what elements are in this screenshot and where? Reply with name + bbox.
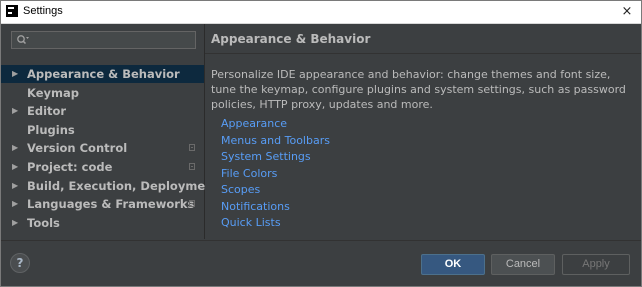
- search-icon: [17, 35, 29, 45]
- link-notifications[interactable]: Notifications: [221, 199, 330, 216]
- cancel-button[interactable]: Cancel: [491, 254, 555, 275]
- link-file-colors[interactable]: File Colors: [221, 166, 330, 183]
- window-title: Settings: [23, 5, 63, 17]
- expand-arrow-icon[interactable]: ▶: [12, 65, 18, 83]
- dialog-footer: ? OK Cancel Apply: [1, 240, 641, 286]
- link-menus-and-toolbars[interactable]: Menus and Toolbars: [221, 133, 330, 150]
- expand-arrow-icon[interactable]: ▶: [12, 158, 18, 176]
- settings-window: Settings × ▶ Appearance & Behavior Keymap ▶…: [0, 0, 642, 287]
- page-description: Personalize IDE appearance and behavior:…: [211, 68, 626, 111]
- sidebar-item-version-control[interactable]: ▶ Version Control: [1, 139, 204, 157]
- link-quick-lists[interactable]: Quick Lists: [221, 215, 330, 232]
- sidebar-item-label: Build, Execution, Deployment: [27, 178, 219, 193]
- link-scopes[interactable]: Scopes: [221, 182, 330, 199]
- project-level-icon: [189, 163, 195, 170]
- sidebar-item-label: Appearance & Behavior: [27, 67, 180, 81]
- page-title: Appearance & Behavior: [211, 32, 371, 46]
- expand-arrow-icon[interactable]: ▶: [12, 214, 18, 232]
- apply-button[interactable]: Apply: [562, 254, 630, 275]
- app-icon: [6, 5, 18, 17]
- expand-arrow-icon[interactable]: ▶: [12, 139, 18, 157]
- search-input[interactable]: [11, 31, 196, 49]
- sidebar-item-label: Editor: [27, 104, 67, 119]
- ok-button[interactable]: OK: [421, 254, 485, 275]
- project-level-icon: [189, 144, 195, 152]
- expand-arrow-icon[interactable]: ▶: [12, 102, 18, 120]
- sidebar-item-label: Project: code: [27, 160, 113, 174]
- expand-arrow-icon[interactable]: ▶: [12, 195, 18, 213]
- sidebar-item-label: Plugins: [27, 122, 75, 137]
- sidebar-item-appearance-behavior[interactable]: ▶ Appearance & Behavior: [1, 65, 204, 83]
- title-bar: Settings ×: [1, 1, 641, 24]
- link-appearance[interactable]: Appearance: [221, 116, 330, 133]
- sidebar-item-label: Tools: [27, 215, 60, 230]
- project-level-icon: [189, 200, 195, 208]
- sidebar-item-tools[interactable]: ▶ Tools: [1, 214, 204, 232]
- sidebar-item-label: Languages & Frameworks: [27, 197, 195, 212]
- divider: [205, 53, 641, 54]
- close-button[interactable]: ×: [613, 1, 641, 23]
- sidebar-item-editor[interactable]: ▶ Editor: [1, 102, 204, 120]
- link-system-settings[interactable]: System Settings: [221, 149, 330, 166]
- help-button[interactable]: ?: [10, 253, 30, 273]
- settings-sidebar: ▶ Appearance & Behavior Keymap ▶ Editor Plugi…: [1, 24, 219, 239]
- sidebar-item-label: Version Control: [27, 141, 128, 156]
- sidebar-item-keymap[interactable]: Keymap: [1, 84, 204, 102]
- settings-content: Appearance & Behavior Personalize IDE ap…: [205, 24, 641, 239]
- sidebar-item-label: Keymap: [27, 85, 79, 100]
- sidebar-item-project-code[interactable]: ▶ Project: code: [1, 158, 204, 176]
- sidebar-item-languages-frameworks[interactable]: ▶ Languages & Frameworks: [1, 195, 204, 213]
- sidebar-item-build-execution-deployment[interactable]: ▶ Build, Execution, Deployment: [1, 177, 219, 195]
- settings-links: Appearance Menus and Toolbars System Setti…: [221, 116, 330, 232]
- sidebar-item-plugins[interactable]: Plugins: [1, 121, 204, 139]
- expand-arrow-icon[interactable]: ▶: [12, 177, 18, 195]
